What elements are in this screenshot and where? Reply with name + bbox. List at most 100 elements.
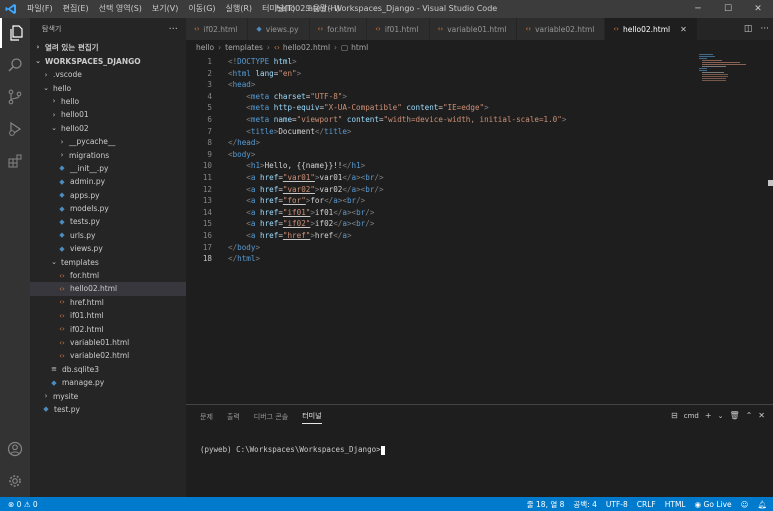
more-actions-icon[interactable]: ··· (168, 24, 178, 35)
run-debug-icon[interactable] (0, 114, 30, 144)
menu-item[interactable]: 실행(R) (221, 0, 258, 18)
language-mode[interactable]: HTML (665, 500, 686, 509)
breadcrumb-item[interactable]: hello (196, 43, 214, 52)
indentation[interactable]: 공백: 4 (573, 499, 596, 510)
tree-item[interactable]: ⌄ hello02 (30, 122, 186, 135)
tree-item[interactable]: ◆ __init__.py (30, 162, 186, 175)
tree-item[interactable]: ◆ test.py (30, 403, 186, 416)
editor-tab[interactable]: ‹› variable01.html (429, 18, 518, 40)
code-token: "if02" (282, 219, 311, 229)
tree-item[interactable]: ‹› if01.html (30, 309, 186, 322)
workspace-section[interactable]: ⌄ WORKSPACES_DJANGO (30, 54, 186, 68)
editor-tab[interactable]: ‹› variable02.html (517, 18, 606, 40)
tree-item[interactable]: ≡ db.sqlite3 (30, 363, 186, 376)
cursor-position[interactable]: 줄 18, 열 8 (527, 499, 565, 510)
tree-item[interactable]: ◆ models.py (30, 202, 186, 215)
open-editors-section[interactable]: › 열려 있는 편집기 (30, 40, 186, 54)
tree-item[interactable]: ◆ views.py (30, 242, 186, 255)
terminal-shell-label[interactable]: cmd (684, 412, 699, 420)
menu-item[interactable]: 도움말(H) (300, 0, 344, 18)
panel-tab[interactable]: 문제 (200, 412, 213, 422)
tree-item[interactable]: ◆ tests.py (30, 215, 186, 228)
menu-item[interactable]: 터미널(T) (257, 0, 300, 18)
extensions-icon[interactable] (0, 146, 30, 176)
notifications-bell-icon[interactable]: 🔔︎ (757, 500, 767, 509)
tree-item[interactable]: › migrations (30, 148, 186, 161)
tree-item[interactable]: ‹› if02.html (30, 322, 186, 335)
editor-tab[interactable]: ◆ views.py (248, 18, 310, 40)
chevron-up-icon[interactable]: ⌃ (746, 411, 753, 420)
code-token: >< (356, 173, 366, 182)
code-line: 14 <a href="if01">if01</a><br/> (186, 207, 773, 219)
tree-item[interactable]: ‹› href.html (30, 296, 186, 309)
close-panel-icon[interactable]: ✕ (758, 411, 765, 420)
code-token: > (292, 57, 297, 66)
html-file-icon: ‹› (273, 42, 280, 52)
menu-item[interactable]: 선택 영역(S) (94, 0, 147, 18)
menu-item[interactable]: 보기(V) (147, 0, 183, 18)
explorer-icon[interactable] (0, 18, 30, 48)
trash-icon[interactable]: 🗑 (729, 411, 739, 420)
editor-tab[interactable]: ‹› if01.html (367, 18, 430, 40)
editor-tab[interactable]: ‹› if02.html (186, 18, 249, 40)
tree-item[interactable]: ‹› for.html (30, 269, 186, 282)
code-token: href (260, 231, 279, 240)
menu-item[interactable]: 이동(G) (183, 0, 220, 18)
line-number: 3 (207, 80, 212, 90)
split-editor-icon[interactable]: ◫ (744, 24, 753, 34)
tree-item[interactable]: ⌄ hello (30, 81, 186, 94)
tree-item[interactable]: › mysite (30, 389, 186, 402)
tree-item[interactable]: ⌄ templates (30, 255, 186, 268)
code-editor[interactable]: 1 <!DOCTYPE html> 2 <html lang="en"> 3 <head>… (186, 54, 773, 404)
more-actions-icon[interactable]: ··· (760, 24, 769, 34)
code-token: </ (228, 138, 238, 148)
panel-tab[interactable]: 터미널 (302, 411, 322, 424)
code-token: > (346, 126, 352, 136)
chevron-down-icon[interactable]: ⌄ (718, 412, 724, 420)
tree-item[interactable]: › .vscode (30, 68, 186, 81)
line-ending[interactable]: CRLF (637, 500, 656, 509)
tree-item[interactable]: ‹› variable02.html (30, 349, 186, 362)
tree-item[interactable]: ◆ admin.py (30, 175, 186, 188)
tree-item[interactable]: › hello (30, 95, 186, 108)
breadcrumb-item[interactable]: templates (225, 43, 263, 52)
accounts-icon[interactable] (0, 434, 30, 464)
editor-tab-label: if02.html (203, 24, 238, 34)
breadcrumb-item[interactable]: hello02.html (283, 43, 330, 52)
close-tab-icon[interactable]: ✕ (680, 25, 687, 34)
line-number: 16 (202, 231, 212, 240)
chevron-right-icon: › (52, 110, 56, 119)
settings-gear-icon[interactable] (0, 466, 30, 496)
panel-tab[interactable]: 출력 (227, 412, 240, 422)
minimize-button[interactable]: ─ (683, 0, 713, 18)
code-token: > (255, 254, 261, 264)
go-live-button[interactable]: ◉ Go Live (695, 500, 732, 509)
close-window-button[interactable]: ✕ (743, 0, 773, 18)
menu-item[interactable]: 파일(F) (22, 0, 58, 18)
source-control-icon[interactable] (0, 82, 30, 112)
line-number: 13 (202, 196, 212, 206)
tree-item-label: if01.html (70, 311, 104, 321)
panel-tab[interactable]: 디버그 콘솔 (254, 412, 288, 422)
terminal-output[interactable]: (pyweb) C:\Workspaces\Workspaces_Django> (200, 445, 385, 455)
editor-tab[interactable]: ‹› hello02.html ✕ (605, 18, 698, 40)
feedback-icon[interactable]: ☺ (741, 500, 749, 509)
code-token: head (232, 80, 251, 90)
editor-tab[interactable]: ‹› for.html (309, 18, 368, 40)
encoding[interactable]: UTF-8 (606, 500, 628, 509)
chevron-down-icon: ⌄ (43, 84, 49, 93)
tree-item[interactable]: › __pycache__ (30, 135, 186, 148)
tree-item[interactable]: ‹› hello02.html (30, 282, 186, 296)
tree-item[interactable]: ‹› variable01.html (30, 336, 186, 349)
tree-item[interactable]: ◆ urls.py (30, 229, 186, 242)
tree-item[interactable]: › hello01 (30, 108, 186, 121)
new-terminal-icon[interactable]: + (705, 411, 712, 420)
menu-item[interactable]: 편집(E) (58, 0, 94, 18)
problems-indicator[interactable]: ⊗ 0 ⚠ 0 (8, 500, 38, 509)
search-icon[interactable] (0, 50, 30, 80)
breadcrumb-item[interactable]: html (351, 43, 368, 52)
tree-item[interactable]: ◆ manage.py (30, 376, 186, 389)
maximize-button[interactable]: ☐ (713, 0, 743, 18)
tree-item[interactable]: ◆ apps.py (30, 189, 186, 202)
